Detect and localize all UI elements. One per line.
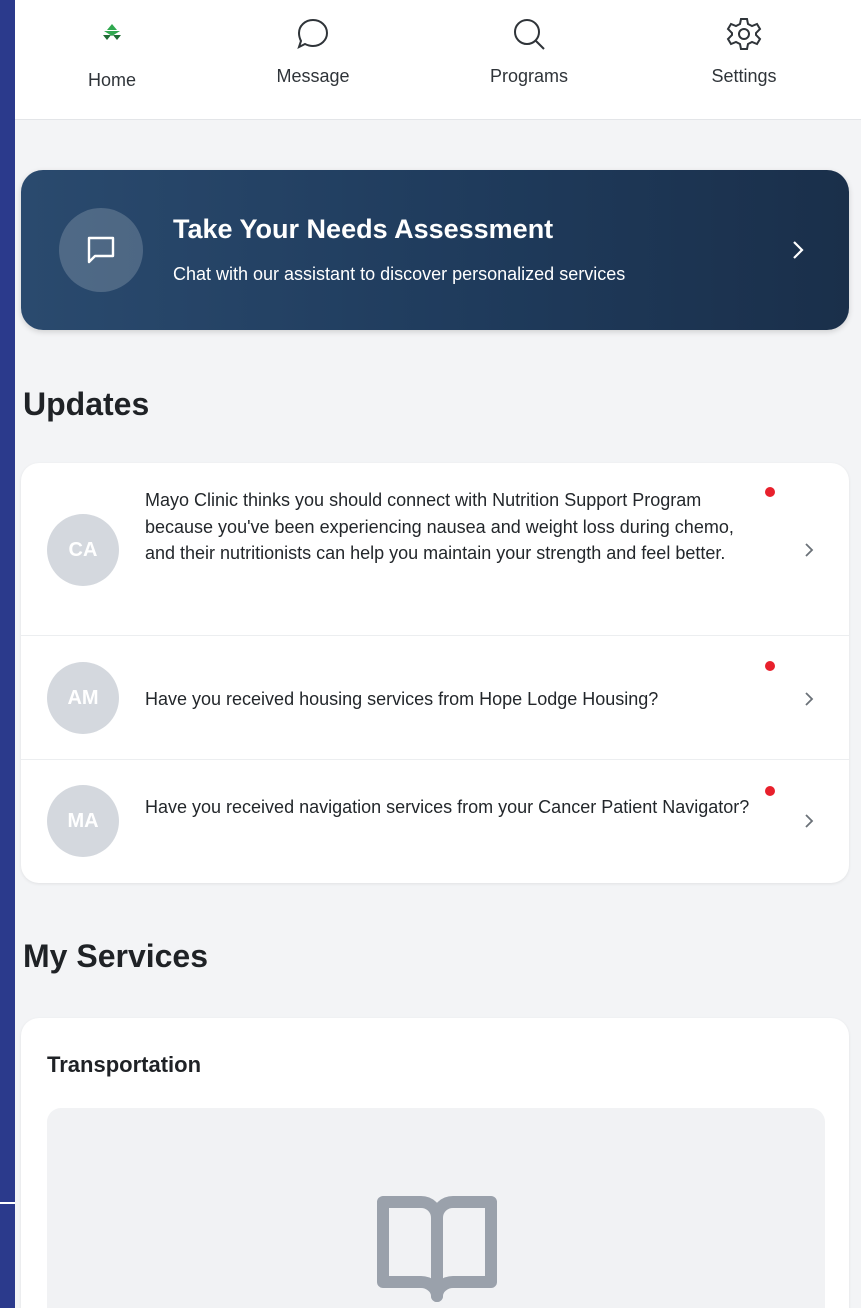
nav-message[interactable]: Message: [243, 0, 383, 120]
top-nav: Home Message Programs Settings: [15, 0, 861, 120]
avatar: AM: [47, 662, 119, 734]
unread-dot: [765, 786, 775, 796]
unread-dot: [765, 661, 775, 671]
unread-dot: [765, 487, 775, 497]
updates-heading: Updates: [23, 386, 150, 422]
nav-settings-label: Settings: [711, 66, 777, 86]
chevron-right-icon: [803, 812, 815, 835]
app-screen: Home Message Programs Settings Take Your…: [15, 0, 861, 1308]
nav-programs-label: Programs: [489, 66, 569, 86]
nav-settings[interactable]: Settings: [674, 0, 814, 120]
book-open-icon: [377, 1196, 497, 1302]
nav-programs[interactable]: Programs: [459, 0, 599, 120]
service-title: Transportation: [47, 1052, 202, 1077]
services-card: Transportation: [21, 1018, 849, 1308]
chevron-right-icon: [803, 690, 815, 713]
chevron-right-icon: [803, 541, 815, 564]
message-square-icon: [87, 236, 115, 264]
needs-assessment-banner[interactable]: Take Your Needs Assessment Chat with our…: [21, 170, 849, 330]
window-edge: [0, 0, 15, 1308]
update-text: Have you received navigation services fr…: [145, 797, 750, 817]
search-icon: [511, 16, 547, 57]
update-item-am[interactable]: AM Have you received housing services fr…: [21, 636, 849, 760]
gear-icon: [726, 16, 762, 57]
chevron-right-icon: [791, 238, 805, 267]
my-services-heading: My Services: [23, 938, 209, 974]
update-text: Mayo Clinic thinks you should connect wi…: [145, 490, 734, 563]
update-item-ca[interactable]: CA Mayo Clinic thinks you should connect…: [21, 463, 849, 636]
avatar: CA: [47, 514, 119, 586]
update-text: Have you received housing services from …: [145, 689, 659, 709]
update-item-ma[interactable]: MA Have you received navigation services…: [21, 760, 849, 883]
edge-divider: [0, 1202, 15, 1204]
avatar: MA: [47, 785, 119, 857]
nav-home-label: Home: [87, 70, 136, 90]
service-placeholder: [47, 1108, 825, 1308]
banner-icon-circle: [59, 208, 143, 292]
nav-message-label: Message: [276, 66, 350, 86]
banner-subtitle: Chat with our assistant to discover pers…: [173, 264, 626, 284]
nav-home[interactable]: Home: [42, 0, 182, 120]
banner-title: Take Your Needs Assessment: [173, 214, 554, 244]
updates-card: CA Mayo Clinic thinks you should connect…: [21, 463, 849, 883]
chat-bubble-icon: [295, 16, 331, 57]
logo-icon: [101, 22, 123, 47]
